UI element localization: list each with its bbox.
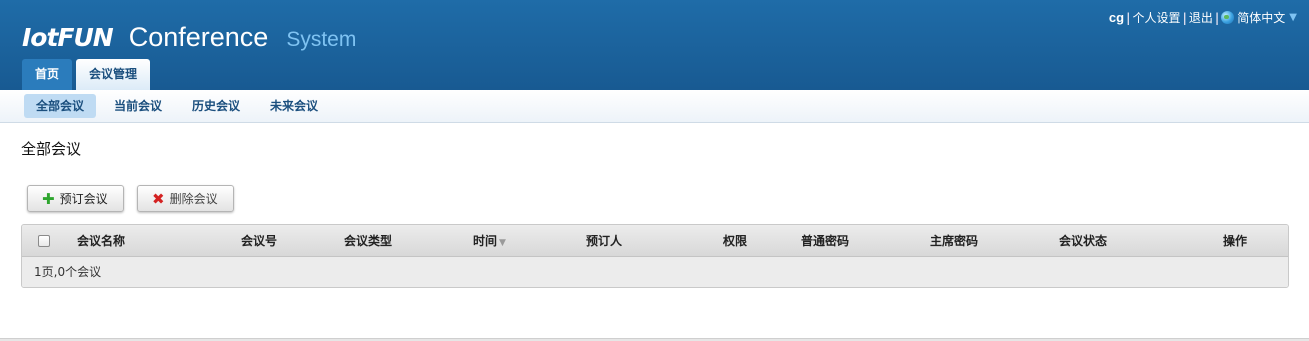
subtab-history-conferences[interactable]: 历史会议 — [180, 94, 252, 118]
table-footer-summary: 1页,0个会议 — [22, 257, 1288, 287]
table-header: 会议名称 会议号 会议类型 时间 ▼ 预订人 权限 普通密码 主席密码 会议状态 … — [22, 225, 1288, 257]
book-conference-label: 预订会议 — [59, 192, 108, 206]
separator: | — [1182, 10, 1187, 25]
logo-conference-text: Conference — [128, 22, 269, 52]
main-nav: 首页 会议管理 — [22, 59, 154, 90]
subtab-all-conferences[interactable]: 全部会议 — [24, 94, 97, 118]
top-links: cg | 个人设置 | 退出 | 简体中文 ▼ — [1109, 9, 1297, 26]
col-conference-number[interactable]: 会议号 — [241, 225, 277, 257]
col-time[interactable]: 时间 ▼ — [473, 225, 506, 259]
col-permission[interactable]: 权限 — [723, 225, 747, 257]
logout-link[interactable]: 退出 — [1189, 9, 1213, 26]
tab-home[interactable]: 首页 — [22, 59, 73, 90]
sort-down-icon: ▼ — [499, 238, 506, 248]
subtab-future-conferences[interactable]: 未来会议 — [258, 94, 330, 118]
main-content: 全部会议 ✚ 预订会议 ✖ 删除会议 会议名称 会议号 会议类型 时间 ▼ 预订人… — [0, 123, 1309, 339]
cross-icon: ✖ — [152, 189, 165, 208]
current-user: cg — [1108, 10, 1125, 25]
chevron-down-icon[interactable]: ▼ — [1289, 12, 1297, 23]
app-header: IotFUN Conference System cg | 个人设置 | 退出 … — [0, 0, 1309, 90]
globe-icon — [1221, 11, 1235, 24]
app-logo: IotFUN Conference System — [22, 22, 356, 53]
book-conference-button[interactable]: ✚ 预订会议 — [27, 185, 124, 212]
col-booked-by[interactable]: 预订人 — [586, 225, 622, 257]
separator: | — [1126, 10, 1131, 25]
tab-conference-management[interactable]: 会议管理 — [76, 59, 151, 90]
delete-conference-label: 删除会议 — [169, 192, 218, 206]
col-time-label: 时间 — [473, 234, 498, 248]
page-title: 全部会议 — [21, 140, 82, 158]
select-all-checkbox[interactable] — [38, 235, 50, 247]
plus-icon: ✚ — [42, 189, 55, 208]
col-conference-type[interactable]: 会议类型 — [344, 225, 392, 257]
personal-settings-link[interactable]: 个人设置 — [1132, 9, 1180, 26]
separator: | — [1214, 10, 1220, 25]
col-conference-name[interactable]: 会议名称 — [77, 225, 125, 257]
logo-system-text: System — [286, 28, 357, 51]
delete-conference-button[interactable]: ✖ 删除会议 — [137, 185, 234, 212]
col-actions: 操作 — [1223, 234, 1248, 248]
language-select[interactable]: 简体中文 — [1237, 9, 1285, 26]
col-chair-password[interactable]: 主席密码 — [930, 225, 978, 257]
brand-logo-text: IotFUN — [22, 23, 114, 52]
col-normal-password[interactable]: 普通密码 — [801, 225, 849, 257]
conference-table: 会议名称 会议号 会议类型 时间 ▼ 预订人 权限 普通密码 主席密码 会议状态 … — [21, 224, 1289, 288]
subtab-current-conferences[interactable]: 当前会议 — [102, 94, 174, 118]
col-conference-status[interactable]: 会议状态 — [1059, 225, 1107, 257]
sub-nav: 全部会议 当前会议 历史会议 未来会议 — [0, 90, 1309, 123]
